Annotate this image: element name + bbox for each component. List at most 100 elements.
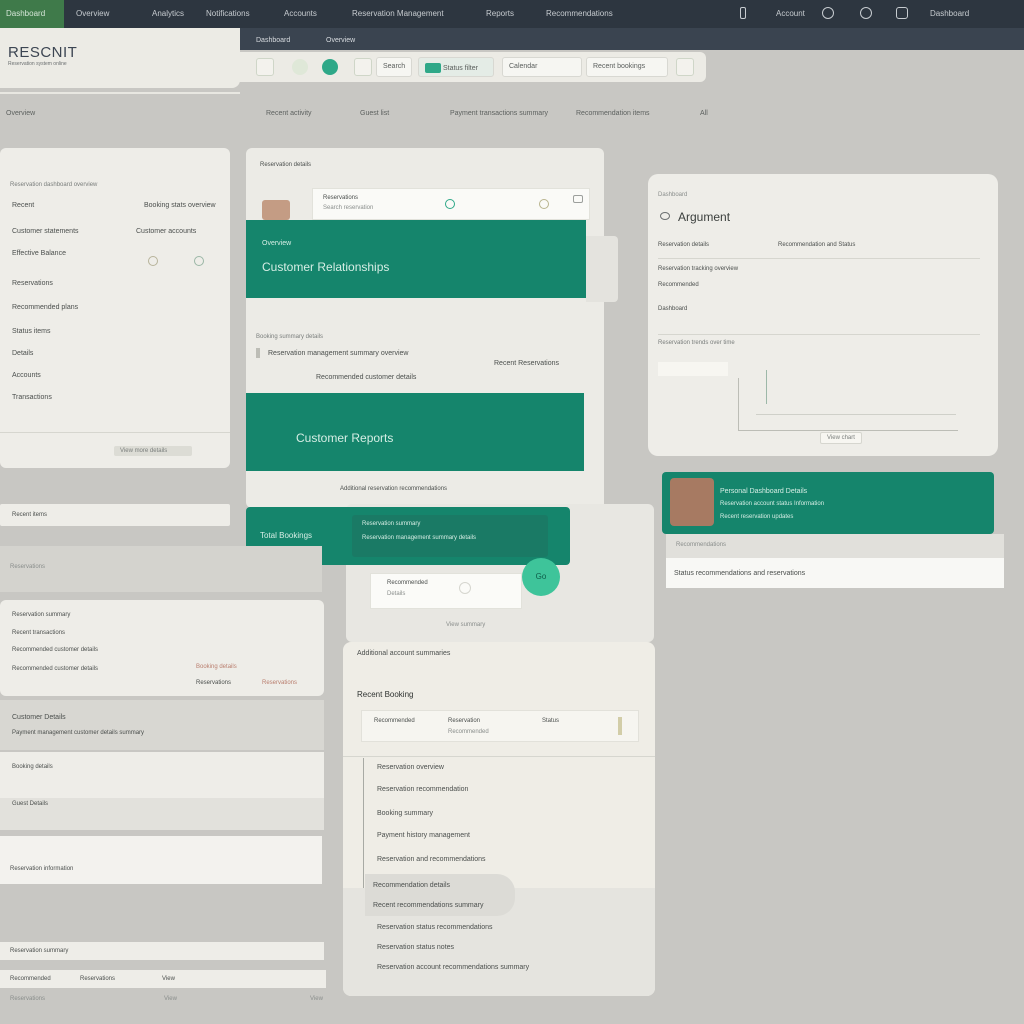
list-row[interactable]: Reservation management summary overview xyxy=(268,350,408,357)
nav-item-profile[interactable]: Dashboard xyxy=(930,9,969,18)
bell-icon[interactable] xyxy=(539,199,549,209)
lower-row-right[interactable]: Reservations xyxy=(196,680,231,686)
view-more-button[interactable]: View more details xyxy=(114,446,192,456)
left-row-label[interactable]: Accounts xyxy=(12,372,41,379)
chip[interactable]: Reservation xyxy=(448,718,480,724)
customer-details-section[interactable]: Customer Details Payment management cust… xyxy=(0,700,324,750)
filter-overview[interactable]: Overview xyxy=(6,110,35,117)
side-tab[interactable] xyxy=(586,236,618,302)
globe-icon[interactable] xyxy=(822,7,834,19)
lower-row[interactable]: Recommended customer details xyxy=(12,647,98,653)
timeline-item[interactable]: Reservation account recommendations summ… xyxy=(377,964,529,971)
guest-details-section[interactable]: Guest Details xyxy=(0,798,324,830)
header-tab-dashboard[interactable]: Dashboard xyxy=(256,37,290,44)
timeline-item[interactable]: Reservation and recommendations xyxy=(377,856,486,863)
left-row-label[interactable]: Effective Balance xyxy=(12,250,66,257)
nav-item-overview[interactable]: Overview xyxy=(76,9,109,18)
circle-icon[interactable] xyxy=(292,59,308,75)
search-icon[interactable] xyxy=(445,199,455,209)
chip[interactable]: Status xyxy=(542,718,559,724)
scrollbar[interactable] xyxy=(618,717,622,735)
profile-avatar[interactable] xyxy=(670,478,714,526)
timeline-item[interactable]: Reservation status recommendations xyxy=(377,924,493,931)
header-tab-overview[interactable]: Overview xyxy=(326,37,355,44)
lower-row-right[interactable]: Booking details xyxy=(196,664,237,670)
link-icon[interactable] xyxy=(740,7,746,19)
timeline-item[interactable]: Payment history management xyxy=(377,832,470,839)
chart-legend xyxy=(658,362,728,376)
message-icon[interactable] xyxy=(573,195,583,203)
bottom-row-right[interactable]: View xyxy=(164,996,177,1002)
profile-updates: Recent reservation updates xyxy=(720,514,794,520)
recent-bookings-filter[interactable]: Recent bookings xyxy=(586,57,668,77)
timeline-item[interactable]: Reservation status notes xyxy=(377,944,454,951)
lower-row[interactable]: Recommended customer details xyxy=(12,666,98,672)
settings-icon[interactable] xyxy=(896,7,908,19)
selected-item-highlight[interactable] xyxy=(365,874,515,916)
expand-icon[interactable] xyxy=(676,58,694,76)
nav-item-analytics[interactable]: Analytics xyxy=(152,9,184,18)
customer-relationships-banner[interactable]: Overview Customer Relationships xyxy=(246,220,586,298)
status-toggle-icon[interactable] xyxy=(322,59,338,75)
view-chart-button[interactable]: View chart xyxy=(820,432,862,444)
customer-reports-banner[interactable]: Customer Reports xyxy=(246,393,584,471)
left-row-label[interactable]: Transactions xyxy=(12,394,52,401)
footer-row[interactable]: Additional reservation recommendations xyxy=(306,472,604,506)
timeline-item-selected[interactable]: Recommendation details xyxy=(373,882,450,889)
status-filter[interactable]: Status filter xyxy=(418,57,494,77)
lower-row[interactable]: Reservation summary xyxy=(12,612,70,618)
nav-item-reservation-management[interactable]: Reservation Management xyxy=(352,9,444,18)
reservation-info-section[interactable]: Reservation information xyxy=(0,836,322,884)
filter-payment-summary[interactable]: Payment transactions summary xyxy=(450,110,548,117)
left-row-label[interactable]: Status items xyxy=(12,328,51,335)
timeline-item[interactable]: Reservation recommendation xyxy=(377,786,468,793)
left-row-label[interactable]: Recommended plans xyxy=(12,304,78,311)
card-footer[interactable]: View summary xyxy=(446,622,485,628)
nav-item-reports[interactable]: Reports xyxy=(486,9,514,18)
nav-item-account[interactable]: Account xyxy=(776,9,805,18)
app-logo[interactable]: RESCNIT xyxy=(8,44,77,61)
bottom-row-right[interactable]: View xyxy=(162,976,175,982)
recent-reservations-label[interactable]: Recent Reservations xyxy=(494,360,559,367)
lower-row[interactable]: Recent transactions xyxy=(12,630,65,636)
chip[interactable]: Recommended xyxy=(374,718,415,724)
nav-item-recommendations[interactable]: Recommendations xyxy=(546,9,613,18)
nav-brand[interactable]: Dashboard xyxy=(0,0,64,28)
left-row-label[interactable]: Reservations xyxy=(12,280,53,287)
calendar-icon[interactable] xyxy=(256,58,274,76)
recommended-popup[interactable]: Recommended Details xyxy=(370,573,522,609)
nav-item-accounts[interactable]: Accounts xyxy=(284,9,317,18)
recent-items-row[interactable]: Recent items xyxy=(0,504,230,526)
booking-details-section[interactable]: Booking details xyxy=(0,752,324,798)
profile-card[interactable]: Personal Dashboard Details Reservation a… xyxy=(662,472,994,534)
grid-icon[interactable] xyxy=(354,58,372,76)
filter-recommendations[interactable]: Recommendation items xyxy=(576,110,650,117)
right-row[interactable]: Dashboard xyxy=(658,306,687,312)
bottom-row-right[interactable]: View xyxy=(310,996,323,1002)
calendar-filter[interactable]: Calendar xyxy=(502,57,582,77)
filter-recent-activity[interactable]: Recent activity xyxy=(266,110,312,117)
action-fab[interactable]: Go xyxy=(522,558,560,596)
timeline-item[interactable]: Booking summary xyxy=(377,810,433,817)
filter-all[interactable]: All xyxy=(700,110,708,117)
avatar[interactable] xyxy=(262,200,290,220)
list-row[interactable]: Recommended customer details xyxy=(316,374,416,381)
bottom-row[interactable]: Reservation summary xyxy=(0,942,324,960)
search-field[interactable]: Reservations Search reservation xyxy=(312,188,590,220)
right-row[interactable]: Reservation tracking overview xyxy=(658,266,738,272)
user-icon xyxy=(660,212,670,220)
refresh-icon[interactable] xyxy=(860,7,872,19)
timeline-item[interactable]: Recent recommendations summary xyxy=(373,902,484,909)
filter-guest-list[interactable]: Guest list xyxy=(360,110,389,117)
left-row-label[interactable]: Recent xyxy=(12,202,34,209)
search-input[interactable]: Search xyxy=(376,57,412,77)
nav-item-notifications[interactable]: Notifications xyxy=(206,9,250,18)
left-row-label[interactable]: Details xyxy=(12,350,33,357)
lower-row-right[interactable]: Reservations xyxy=(262,680,297,686)
bottom-row[interactable]: Recommended Reservations View xyxy=(0,970,326,988)
left-row-label[interactable]: Customer statements xyxy=(12,228,79,235)
timeline-item[interactable]: Reservation overview xyxy=(377,764,444,771)
profile-footer-row[interactable]: Status recommendations and reservations xyxy=(666,558,1004,588)
right-row[interactable]: Reservation details xyxy=(658,242,709,248)
right-row[interactable]: Recommended xyxy=(658,282,699,288)
